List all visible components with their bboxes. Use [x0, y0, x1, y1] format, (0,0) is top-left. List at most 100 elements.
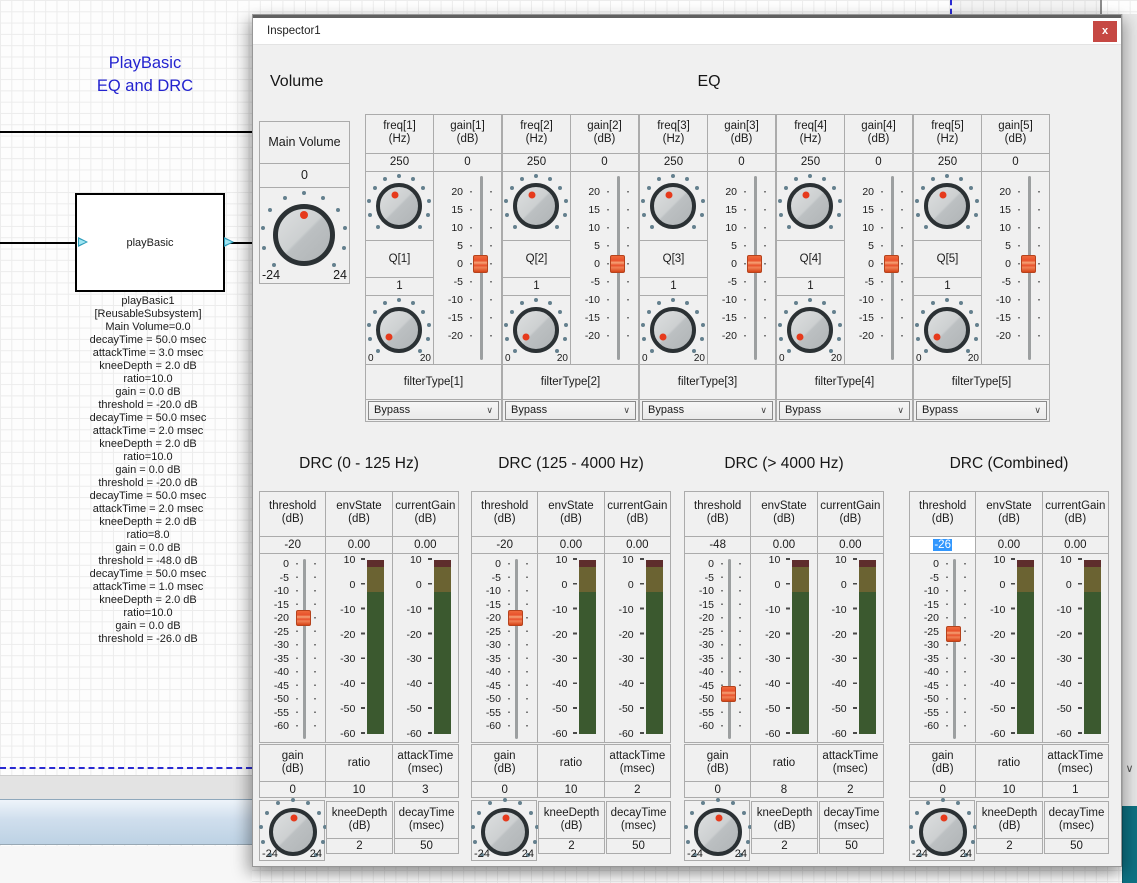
- main-volume-value[interactable]: 0: [260, 164, 349, 188]
- kneedepth-value[interactable]: 2: [977, 839, 1042, 853]
- freq-value[interactable]: 250: [914, 154, 981, 171]
- attacktime-value[interactable]: 1: [1043, 782, 1108, 797]
- freq-knob[interactable]: [376, 183, 422, 229]
- attacktime-value[interactable]: 2: [605, 782, 670, 797]
- freq-value[interactable]: 250: [366, 154, 433, 171]
- value-text: 1: [807, 280, 813, 292]
- slider-handle[interactable]: [721, 686, 736, 702]
- slider-handle[interactable]: [1021, 255, 1036, 273]
- kneedepth-value[interactable]: 2: [539, 839, 604, 853]
- freq-value[interactable]: 250: [503, 154, 570, 171]
- tick-label: 10: [976, 554, 1008, 566]
- freq-knob[interactable]: [650, 183, 696, 229]
- q-value[interactable]: 1: [640, 278, 707, 295]
- knob-min-label: 0: [642, 353, 648, 364]
- slider-handle[interactable]: [508, 610, 523, 626]
- freq-value[interactable]: 250: [640, 154, 707, 171]
- slider-track[interactable]: [515, 559, 518, 739]
- freq-knob[interactable]: [513, 183, 559, 229]
- window-titlebar[interactable]: Inspector1: [253, 18, 1121, 45]
- q-knob[interactable]: [924, 307, 970, 353]
- ratio-value[interactable]: 10: [326, 782, 391, 797]
- threshold-value[interactable]: -20: [472, 537, 537, 553]
- gain-value[interactable]: 0: [685, 782, 750, 797]
- filter-type-dropdown[interactable]: Bypass ∨: [642, 401, 773, 420]
- knob-max-label: 24: [522, 848, 534, 860]
- slider-track[interactable]: [953, 559, 956, 739]
- threshold-value[interactable]: -48: [685, 537, 750, 553]
- chevron-down-icon[interactable]: ∨: [1122, 762, 1137, 775]
- gain-value[interactable]: 0: [982, 154, 1049, 171]
- tick-label: 0: [575, 258, 603, 270]
- tick-marks: [361, 558, 365, 736]
- ratio-value[interactable]: 10: [976, 782, 1041, 797]
- freq-value[interactable]: 250: [777, 154, 844, 171]
- currentgain-value: 0.00: [818, 537, 883, 553]
- tick-label: -55: [474, 707, 504, 719]
- ratio-value[interactable]: 10: [538, 782, 603, 797]
- tick-label: -60: [605, 728, 637, 740]
- tick-label: 0: [818, 579, 850, 591]
- attacktime-value[interactable]: 3: [393, 782, 458, 797]
- slider-handle[interactable]: [747, 255, 762, 273]
- q-knob[interactable]: [787, 307, 833, 353]
- playbasic-block[interactable]: playBasic: [75, 193, 225, 292]
- tick-label: -20: [818, 629, 850, 641]
- gain-value[interactable]: 0: [845, 154, 912, 171]
- q-knob[interactable]: [650, 307, 696, 353]
- tick-label: -15: [986, 312, 1014, 324]
- ratio-value[interactable]: 8: [751, 782, 816, 797]
- gain-value[interactable]: 0: [571, 154, 638, 171]
- tick-label: 10: [438, 222, 466, 234]
- threshold-value[interactable]: -20: [260, 537, 325, 553]
- tick-label: -30: [605, 653, 637, 665]
- knob-face: [376, 183, 422, 229]
- dropdown-value: Bypass: [648, 402, 684, 419]
- slider-handle[interactable]: [610, 255, 625, 273]
- decaytime-value[interactable]: 50: [820, 839, 883, 853]
- value-text: 0.00: [348, 539, 370, 551]
- q-value[interactable]: 1: [914, 278, 981, 295]
- filter-type-dropdown[interactable]: Bypass ∨: [916, 401, 1047, 420]
- tick-label: -40: [538, 678, 570, 690]
- gain-value[interactable]: 0: [708, 154, 775, 171]
- knob-min-label: -24: [262, 848, 278, 860]
- kneedepth-value[interactable]: 2: [752, 839, 817, 853]
- decaytime-value[interactable]: 50: [395, 839, 458, 853]
- slider-handle[interactable]: [884, 255, 899, 273]
- q-knob[interactable]: [513, 307, 559, 353]
- filter-type-dropdown[interactable]: Bypass ∨: [779, 401, 910, 420]
- attacktime-value[interactable]: 2: [818, 782, 883, 797]
- close-button[interactable]: x: [1093, 21, 1117, 42]
- q-value[interactable]: 1: [366, 278, 433, 295]
- q-knob[interactable]: [376, 307, 422, 353]
- slider-handle[interactable]: [473, 255, 488, 273]
- gain-value[interactable]: 0: [472, 782, 537, 797]
- drc-heading: DRC (Combined): [909, 455, 1109, 473]
- gain-value[interactable]: 0: [910, 782, 975, 797]
- meter-red-zone: [1084, 560, 1101, 567]
- q-value[interactable]: 1: [503, 278, 570, 295]
- freq-knob[interactable]: [787, 183, 833, 229]
- gain-value[interactable]: 0: [434, 154, 501, 171]
- decaytime-value[interactable]: 50: [607, 839, 670, 853]
- slider-handle[interactable]: [946, 626, 961, 642]
- slider-track[interactable]: [303, 559, 306, 739]
- kneedepth-value[interactable]: 2: [327, 839, 392, 853]
- decaytime-value[interactable]: 50: [1045, 839, 1108, 853]
- filter-type-dropdown[interactable]: Bypass ∨: [368, 401, 499, 420]
- freq-unit: (Hz): [777, 133, 844, 146]
- currentgain-meter: 10 0 -10 -20 -30 -40 -50 -60: [1043, 554, 1108, 742]
- q-value[interactable]: 1: [777, 278, 844, 295]
- freq-knob[interactable]: [924, 183, 970, 229]
- slider-track[interactable]: [728, 559, 731, 739]
- ratio-header: ratio: [976, 745, 1041, 781]
- slider-handle[interactable]: [296, 610, 311, 626]
- value-text: 1: [670, 280, 676, 292]
- main-volume-knob[interactable]: [273, 204, 335, 266]
- gain-value[interactable]: 0: [260, 782, 325, 797]
- threshold-value[interactable]: -26: [910, 537, 975, 553]
- tick-label: -60: [751, 728, 783, 740]
- filter-type-dropdown[interactable]: Bypass ∨: [505, 401, 636, 420]
- value-text: 0: [301, 168, 308, 182]
